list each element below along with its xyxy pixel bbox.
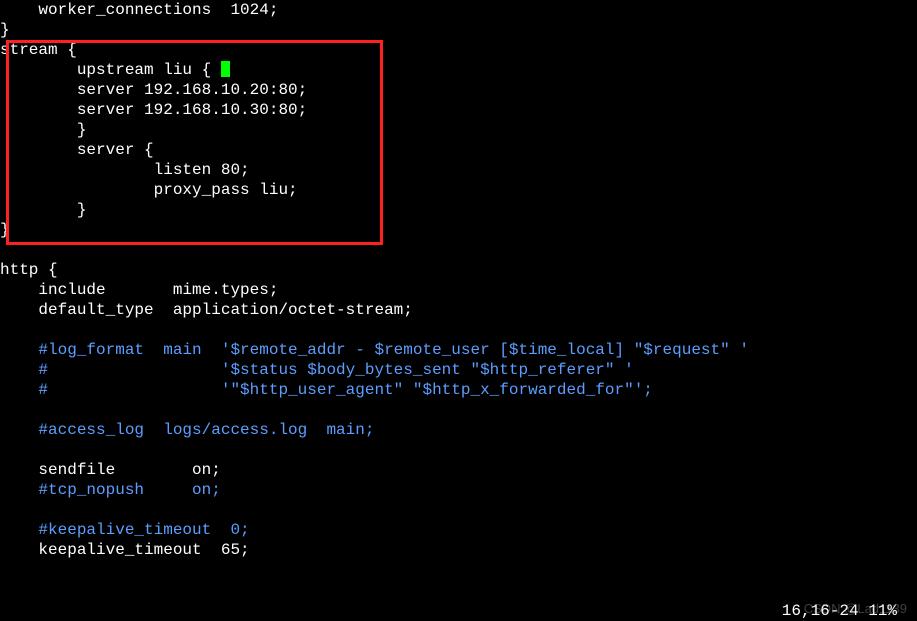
code-line[interactable]: include mime.types;	[0, 280, 917, 300]
cursor-position: 16,16-24	[782, 602, 859, 620]
code-line[interactable]: server 192.168.10.20:80;	[0, 80, 917, 100]
code-line[interactable]: }	[0, 220, 917, 240]
code-line[interactable]: }	[0, 120, 917, 140]
code-line[interactable]: #log_format main '$remote_addr - $remote…	[0, 340, 917, 360]
code-line[interactable]: keepalive_timeout 65;	[0, 540, 917, 560]
text-cursor	[221, 61, 230, 77]
scroll-percent: 11%	[868, 602, 897, 620]
vim-status-bar: 16,16-24 11%	[782, 601, 897, 621]
code-line[interactable]: #tcp_nopush on;	[0, 480, 917, 500]
code-line[interactable]: server {	[0, 140, 917, 160]
code-line[interactable]: #access_log logs/access.log main;	[0, 420, 917, 440]
code-line[interactable]: proxy_pass liu;	[0, 180, 917, 200]
code-line[interactable]	[0, 240, 917, 260]
code-line[interactable]: http {	[0, 260, 917, 280]
code-line[interactable]: server 192.168.10.30:80;	[0, 100, 917, 120]
code-line[interactable]: listen 80;	[0, 160, 917, 180]
code-line[interactable]: }	[0, 200, 917, 220]
code-line[interactable]: stream {	[0, 40, 917, 60]
code-line[interactable]: # '"$http_user_agent" "$http_x_forwarded…	[0, 380, 917, 400]
code-line[interactable]: upstream liu {	[0, 60, 917, 80]
code-editor[interactable]: worker_connections 1024;}stream { upstre…	[0, 0, 917, 580]
code-line[interactable]	[0, 320, 917, 340]
code-line[interactable]: worker_connections 1024;	[0, 0, 917, 20]
code-line[interactable]: #keepalive_timeout 0;	[0, 520, 917, 540]
code-line[interactable]	[0, 500, 917, 520]
code-line[interactable]	[0, 560, 917, 580]
code-line[interactable]: }	[0, 20, 917, 40]
code-line[interactable]: sendfile on;	[0, 460, 917, 480]
code-line[interactable]	[0, 440, 917, 460]
code-line[interactable]	[0, 400, 917, 420]
code-line[interactable]: default_type application/octet-stream;	[0, 300, 917, 320]
code-line[interactable]: # '$status $body_bytes_sent "$http_refer…	[0, 360, 917, 380]
